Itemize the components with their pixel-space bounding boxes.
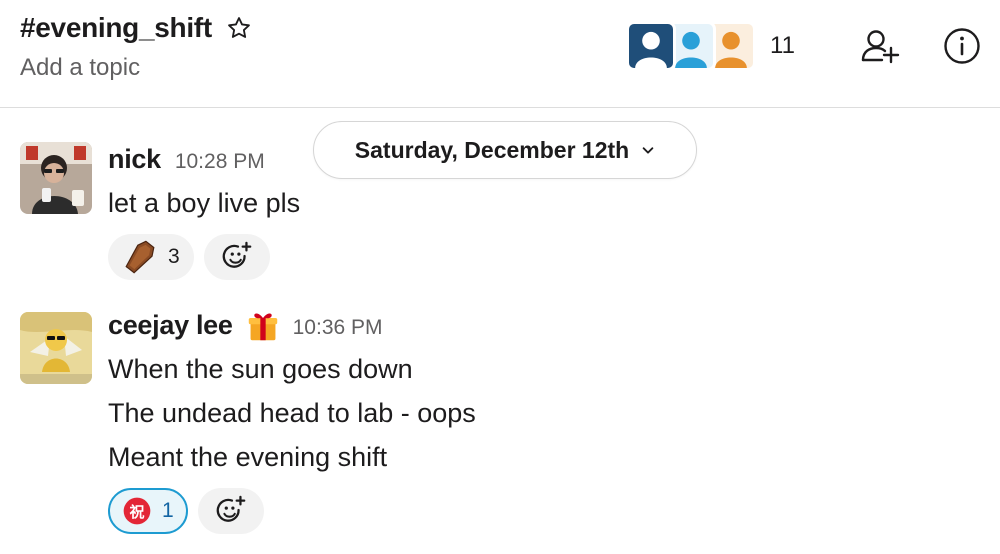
- message-text: let a boy live pls: [108, 188, 301, 218]
- reaction-count: 1: [162, 499, 174, 522]
- add-emoji-icon: [222, 241, 252, 268]
- message-header: ceejay lee 10:36 PM: [108, 310, 383, 342]
- timestamp[interactable]: 10:28 PM: [175, 150, 265, 174]
- channel-header: #evening_shift Add a topic 11: [0, 0, 1000, 108]
- member-list-button[interactable]: 11: [626, 20, 795, 72]
- reaction-count: 3: [168, 245, 180, 268]
- add-topic-link[interactable]: Add a topic: [20, 54, 140, 82]
- info-icon: [944, 28, 980, 64]
- message-text-line: Meant the evening shift: [108, 442, 388, 472]
- add-reaction-button[interactable]: [203, 234, 270, 280]
- member-avatar: [626, 21, 676, 71]
- message-text-line: When the sun goes down: [108, 354, 413, 384]
- coffin-icon: [125, 240, 155, 274]
- reactions-bar: 3: [108, 234, 270, 280]
- channel-name[interactable]: #evening_shift: [20, 12, 212, 44]
- timestamp[interactable]: 10:36 PM: [293, 316, 383, 340]
- reaction-coffin[interactable]: 3: [108, 234, 194, 280]
- add-reaction-button[interactable]: [197, 488, 264, 534]
- author-name[interactable]: ceejay lee: [108, 310, 233, 341]
- channel-details-button[interactable]: [940, 24, 984, 68]
- gift-icon: [248, 313, 277, 341]
- message-header: nick 10:28 PM: [108, 144, 265, 175]
- avatar[interactable]: [20, 142, 92, 214]
- svg-text:祝: 祝: [129, 503, 144, 521]
- channel-title-row[interactable]: #evening_shift: [20, 12, 252, 44]
- avatar[interactable]: [20, 312, 92, 384]
- star-icon[interactable]: [226, 15, 252, 41]
- member-count: 11: [770, 32, 795, 59]
- date-jump-button[interactable]: Saturday, December 12th: [313, 121, 697, 179]
- reactions-bar: 祝 1: [108, 488, 264, 534]
- chevron-down-icon: [642, 147, 654, 154]
- add-emoji-icon: [216, 495, 246, 522]
- date-label: Saturday, December 12th: [354, 136, 630, 163]
- author-name[interactable]: nick: [108, 144, 161, 175]
- reaction-congratulations[interactable]: 祝 1: [108, 488, 188, 534]
- add-person-icon: [861, 30, 900, 64]
- add-people-button[interactable]: [858, 24, 902, 68]
- congratulations-kanji-icon: 祝: [123, 497, 151, 525]
- message-text-line: The undead head to lab - oops: [108, 398, 476, 428]
